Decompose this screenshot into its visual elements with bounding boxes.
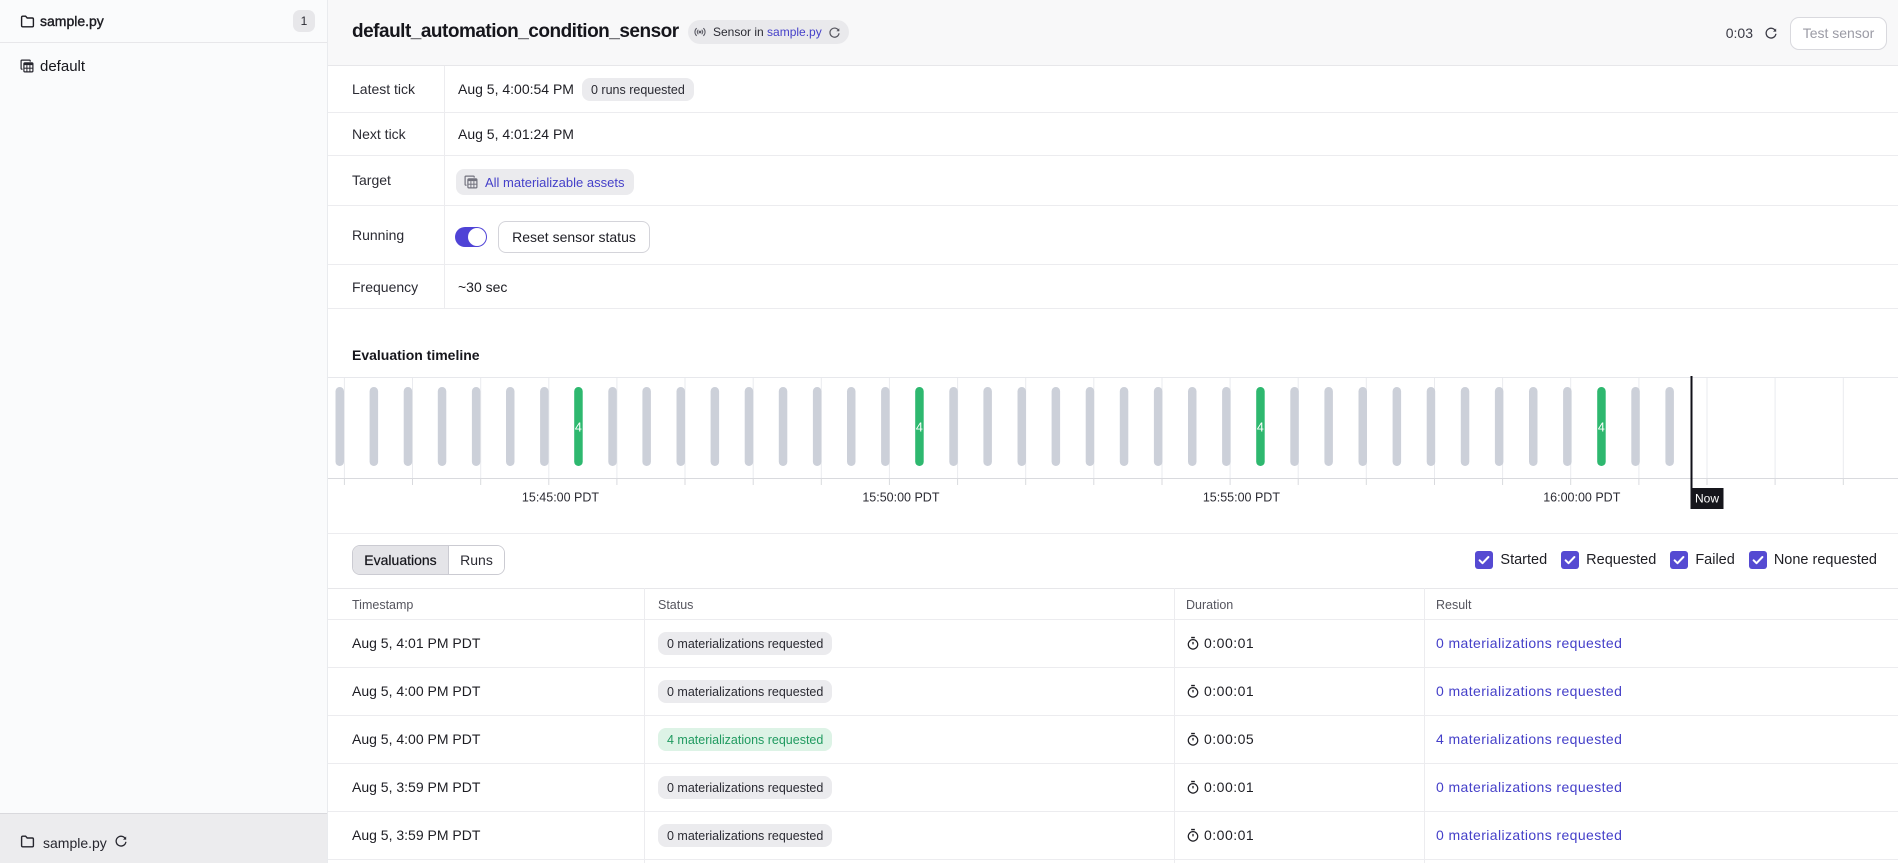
svg-text:Now: Now [1695,492,1719,506]
svg-text:4: 4 [1598,421,1605,435]
svg-text:4: 4 [1257,421,1264,435]
svg-text:15:45:00 PDT: 15:45:00 PDT [522,491,599,505]
svg-text:15:55:00 PDT: 15:55:00 PDT [1203,491,1280,505]
svg-text:16:00:00 PDT: 16:00:00 PDT [1543,491,1620,505]
svg-text:15:50:00 PDT: 15:50:00 PDT [862,491,939,505]
svg-text:4: 4 [916,421,923,435]
svg-text:4: 4 [575,421,582,435]
